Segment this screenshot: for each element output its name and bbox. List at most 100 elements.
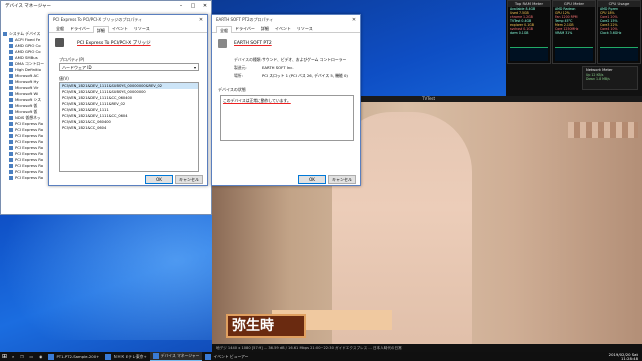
tree-item-label: Microsoft 仮 (15, 109, 38, 114)
device-icon (9, 98, 13, 102)
usage-graph (510, 47, 548, 61)
tab-0[interactable]: 全般 (53, 25, 67, 32)
info-key: デバイスの種類: (234, 57, 262, 62)
tree-item-label: PCI Express Ro (15, 139, 44, 144)
tab-4[interactable]: リソース (131, 25, 153, 32)
taskbar-tasks: PT1-PT2-Sample-200+ ＮＨＫ Eテレ東京+ デバイス マネージャー… (45, 352, 251, 361)
monitor-panel: Top RAM Meter Available 8.4GB Used 7.5GB ch… (507, 0, 551, 64)
tree-item-label: PCI Express Ro (15, 121, 44, 126)
tab-1[interactable]: ドライバー (67, 25, 93, 32)
tab-4[interactable]: リソース (294, 25, 316, 32)
tab-1[interactable]: ドライバー (232, 25, 258, 32)
maximize-icon[interactable]: □ (187, 3, 199, 9)
device-icon (9, 158, 13, 162)
taskbar-item[interactable]: ＮＨＫ Eテレ東京+ (102, 352, 149, 361)
close-icon[interactable]: ✕ (348, 17, 360, 23)
taskbar-item[interactable]: PT1-PT2-Sample-200+ (45, 352, 102, 361)
pci-device-icon (55, 38, 64, 47)
chrome-icon[interactable]: ◉ (36, 352, 45, 361)
file-explorer-icon[interactable]: ▭ (27, 352, 37, 361)
device-icon (9, 116, 13, 120)
ok-button[interactable]: OK (298, 175, 326, 184)
property-select[interactable]: ハードウェア ID (59, 63, 199, 71)
dialog-titlebar[interactable]: PCI Express To PCI/PCI-X ブリッジのプロパティ ✕ (49, 15, 207, 25)
tree-item-label: PCI Express Ro (15, 169, 44, 174)
usage-graph (555, 47, 593, 61)
device-icon (9, 176, 13, 180)
tree-item-label: PCI Express Ro (15, 127, 44, 132)
tab-2[interactable]: 詳細 (92, 26, 109, 33)
dialog-title: PCI Express To PCI/PCI-X ブリッジのプロパティ (53, 17, 143, 22)
tree-item-label: AMD GPIO Co (15, 43, 41, 48)
device-icon (9, 170, 13, 174)
ok-button[interactable]: OK (145, 175, 173, 184)
status-group-label: デバイスの状態 (218, 87, 246, 92)
tree-item-label: PCI Express Ro (15, 175, 44, 180)
dialog-tabs: 全般 ドライバー 詳細 イベント リソース (49, 25, 207, 33)
app-icon (48, 353, 55, 360)
tab-2[interactable]: 詳細 (258, 25, 272, 32)
info-value: サウンド、ビデオ、およびゲーム コントローラー (262, 57, 347, 62)
tree-item-label: システム デバイス (9, 31, 41, 36)
app-icon (105, 353, 112, 360)
device-manager-titlebar[interactable]: デバイス マネージャー – □ ✕ (1, 1, 211, 11)
dialog-titlebar[interactable]: EARTH SOFT PT2のプロパティ ✕ (212, 15, 360, 25)
cancel-button[interactable]: キャンセル (328, 175, 356, 184)
system-clock[interactable]: 2019/02/20 Sat 11:28:48 (609, 352, 642, 361)
device-icon (9, 38, 13, 42)
taskbar-item-label: ＮＨＫ Eテレ東京+ (113, 353, 147, 359)
tree-item-label: Microsoft Wi (15, 91, 39, 96)
device-name: PCI Express To PCI/PCI-X ブリッジ (77, 41, 151, 46)
device-icon (9, 44, 13, 48)
device-info-row: 製造元: EARTH SOFT Inc. (234, 65, 294, 71)
tree-item-label: Microsoft 仮 (15, 103, 38, 108)
device-icon (9, 152, 13, 156)
tree-item-label: High Definitio (15, 67, 41, 72)
tab-0[interactable]: 全般 (216, 26, 232, 33)
device-icon (9, 128, 13, 132)
device-tree[interactable]: システム デバイス ACPI Fixed Fe AMD GPIO Co AMD GPI… (3, 31, 53, 181)
windows-start-icon[interactable]: ⊞ (0, 352, 9, 361)
device-icon (9, 140, 13, 144)
window-title: デバイス マネージャー (5, 4, 51, 9)
tree-item-label: Microsoft Vir (15, 85, 39, 90)
close-icon[interactable]: ✕ (199, 3, 211, 9)
device-icon (9, 164, 13, 168)
device-status-textarea[interactable]: このデバイスは正常に動作しています。 (220, 95, 354, 141)
tree-item[interactable]: PCI Express Ro (3, 175, 53, 181)
value-list[interactable]: PCI\VEN_1B21&DEV_1111&SUBSYS_00000000&RE… (59, 82, 199, 172)
device-icon (9, 68, 13, 72)
sound-device-icon (218, 39, 227, 48)
info-key: 製造元: (234, 65, 247, 70)
device-icon (9, 62, 13, 66)
search-icon[interactable]: ⌕ (9, 352, 17, 361)
tree-item-label: DMA コントロー (15, 61, 44, 66)
video-caption: 弥生時 (226, 314, 306, 338)
tab-3[interactable]: イベント (272, 25, 294, 32)
tab-3[interactable]: イベント (109, 25, 131, 32)
device-icon (3, 32, 7, 36)
tree-item-label: PCI Express Ro (15, 163, 44, 168)
taskbar-item[interactable]: イベント ビューアー (202, 352, 251, 361)
cancel-button[interactable]: キャンセル (175, 175, 203, 184)
device-icon (9, 134, 13, 138)
network-meter: Network Meter Up 12 KB/s Down 1.8 MB/s (582, 66, 638, 90)
app-icon (205, 353, 212, 360)
monitor-panel: CPU Usage AMD Ryzen CPU 18% Core1 20% Core2 … (597, 0, 641, 64)
minimize-icon[interactable]: – (175, 3, 187, 9)
taskbar-item-label: デバイス マネージャー (160, 353, 200, 358)
taskbar-item-label: PT1-PT2-Sample-200+ (56, 354, 100, 359)
device-icon (9, 80, 13, 84)
tree-item-label: Microsoft シス (15, 97, 42, 102)
tree-item-label: Microsoft AC (15, 73, 39, 78)
pci-bridge-properties-dialog: PCI Express To PCI/PCI-X ブリッジのプロパティ ✕ 全般… (48, 14, 208, 186)
dialog-tabs: 全般 ドライバー 詳細 イベント リソース (212, 25, 360, 33)
tree-item-label: PCI Express Ro (15, 151, 44, 156)
value-list-item[interactable]: PCI\VEN_1B21&CC_0604 (60, 125, 198, 131)
task-view-icon[interactable]: ❐ (17, 352, 26, 361)
device-icon (9, 110, 13, 114)
close-icon[interactable]: ✕ (195, 17, 207, 23)
device-icon (9, 86, 13, 90)
monitor-row: dwm 0.1GB (510, 31, 529, 35)
taskbar-item[interactable]: デバイス マネージャー (149, 352, 203, 361)
